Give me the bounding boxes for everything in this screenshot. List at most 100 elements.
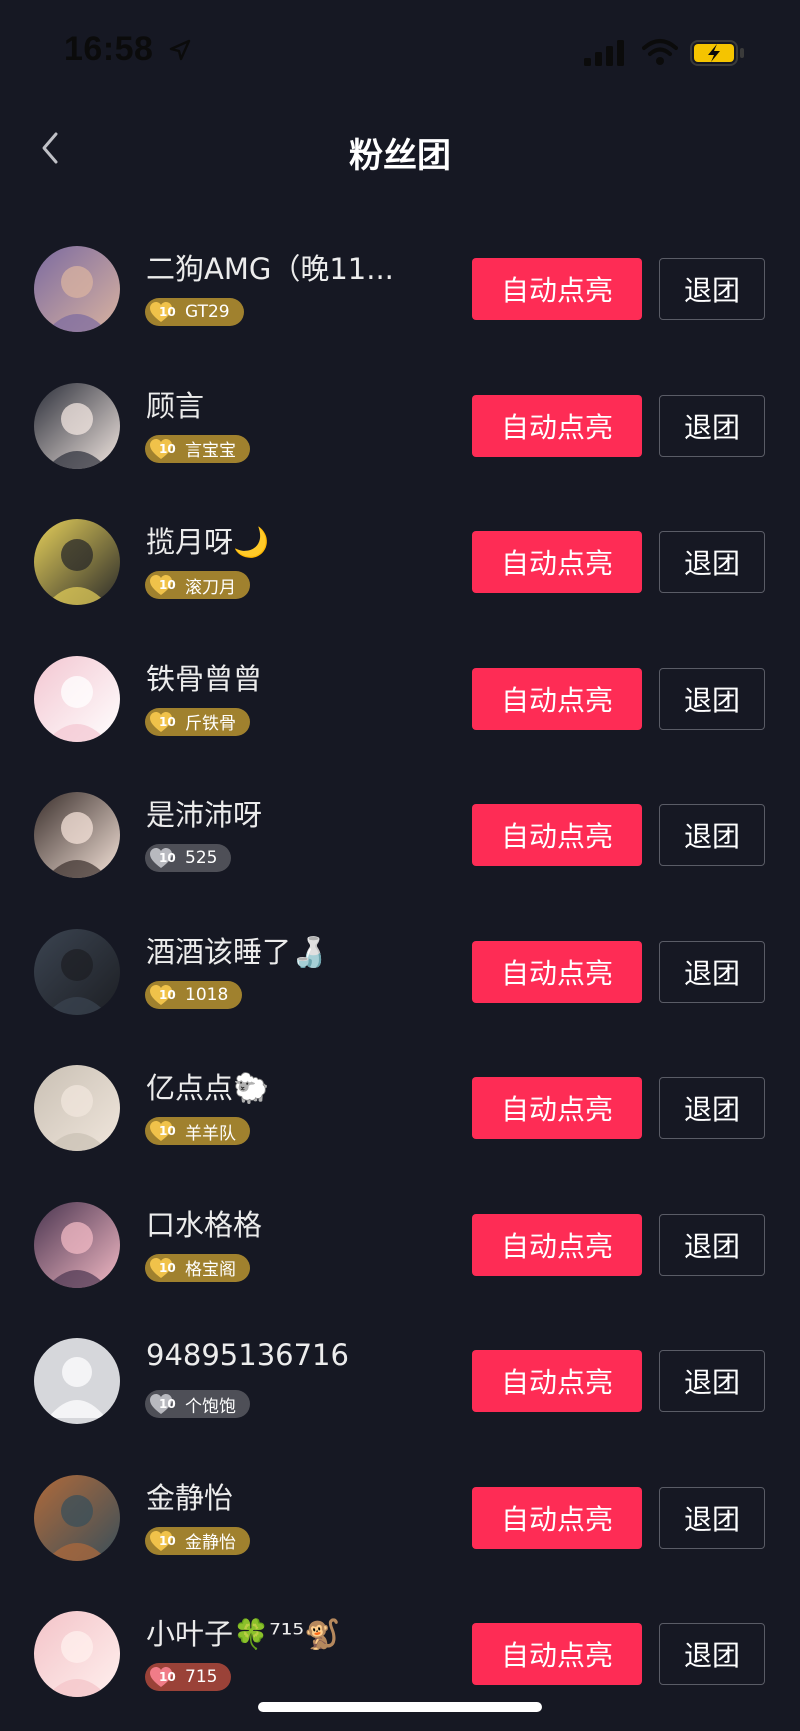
heart-level-icon: 10 [149, 984, 176, 1006]
fan-list-item[interactable]: 揽月呀🌙 10 滚刀月 自动点亮 退团 [0, 495, 800, 632]
badge-text: 1018 [185, 984, 229, 1005]
badge-text: 言宝宝 [185, 441, 236, 461]
badge-text: GT29 [185, 302, 230, 322]
fan-name: 94895136716 [146, 1338, 349, 1372]
fan-name: 顾言 [146, 388, 205, 423]
badge-level: 10 [159, 1260, 176, 1275]
user-avatar[interactable] [34, 1611, 120, 1697]
leave-club-button[interactable]: 退团 [659, 667, 765, 730]
badge-level: 10 [159, 851, 176, 865]
badge-level: 10 [159, 1124, 176, 1138]
badge-level: 10 [159, 714, 176, 729]
auto-light-button[interactable]: 自动点亮 [472, 1213, 642, 1276]
user-avatar[interactable] [34, 1201, 120, 1288]
badge-level: 10 [159, 1533, 176, 1548]
battery-charging-icon [690, 40, 746, 70]
user-avatar[interactable] [34, 519, 120, 605]
leave-club-button[interactable]: 退团 [659, 1077, 765, 1139]
user-avatar[interactable] [34, 246, 120, 332]
location-arrow-icon [168, 38, 192, 66]
badge-level: 10 [159, 1670, 176, 1684]
badge-level: 10 [159, 1397, 176, 1411]
user-avatar[interactable] [34, 928, 120, 1015]
heart-level-icon: 10 [149, 847, 176, 869]
heart-level-icon: 10 [149, 1393, 176, 1415]
fan-club-list: 二狗AMG（晚11... 10 GT29 自动点亮 退团 顾言 10 言宝宝 自动点亮 退团 揽月呀… [0, 222, 800, 1724]
badge-level: 10 [159, 305, 176, 319]
badge-text: 斤铁骨 [185, 714, 236, 734]
badge-level: 10 [159, 987, 176, 1002]
fan-name: 金静怡 [146, 1480, 234, 1515]
fan-name: 是沛沛呀 [146, 798, 263, 832]
fan-club-badge: 10 言宝宝 [145, 434, 250, 463]
default-avatar[interactable] [34, 1338, 120, 1424]
home-indicator[interactable] [258, 1702, 542, 1712]
fan-club-badge: 10 GT29 [145, 298, 244, 326]
badge-text: 715 [185, 1667, 218, 1687]
user-avatar[interactable] [34, 655, 120, 742]
fan-club-badge: 10 715 [145, 1663, 232, 1691]
leave-club-button[interactable]: 退团 [659, 804, 765, 866]
fan-list-item[interactable]: 94895136716 10 个饱饱 自动点亮 退团 [0, 1314, 800, 1451]
auto-light-button[interactable]: 自动点亮 [472, 940, 642, 1003]
wifi-icon [642, 38, 678, 70]
auto-light-button[interactable]: 自动点亮 [472, 1077, 642, 1139]
fan-list-item[interactable]: 铁骨曾曾 10 斤铁骨 自动点亮 退团 [0, 632, 800, 769]
navigation-bar: 粉丝团 [0, 110, 800, 190]
heart-level-icon: 10 [149, 438, 176, 460]
leave-club-button[interactable]: 退团 [659, 1486, 765, 1549]
fan-club-badge: 10 滚刀月 [145, 571, 250, 599]
heart-level-icon: 10 [149, 1666, 176, 1688]
fan-list-item[interactable]: 金静怡 10 金静怡 自动点亮 退团 [0, 1451, 800, 1588]
fan-list-item[interactable]: 顾言 10 言宝宝 自动点亮 退团 [0, 359, 800, 496]
badge-text: 格宝阁 [185, 1260, 236, 1280]
heart-level-icon: 10 [149, 1530, 176, 1552]
user-avatar[interactable] [34, 382, 120, 469]
auto-light-button[interactable]: 自动点亮 [472, 1350, 642, 1412]
leave-club-button[interactable]: 退团 [659, 1350, 765, 1412]
badge-text: 金静怡 [185, 1533, 236, 1553]
fan-list-item[interactable]: 亿点点🐑 10 羊羊队 自动点亮 退团 [0, 1041, 800, 1178]
auto-light-button[interactable]: 自动点亮 [472, 1623, 642, 1685]
auto-light-button[interactable]: 自动点亮 [472, 667, 642, 730]
heart-level-icon: 10 [149, 1120, 176, 1142]
user-avatar[interactable] [34, 1474, 120, 1561]
fan-list-item[interactable]: 是沛沛呀 10 525 自动点亮 退团 [0, 768, 800, 905]
user-avatar[interactable] [34, 1065, 120, 1151]
fan-club-badge: 10 个饱饱 [145, 1390, 250, 1418]
auto-light-button[interactable]: 自动点亮 [472, 804, 642, 866]
fan-name: 口水格格 [146, 1207, 263, 1242]
auto-light-button[interactable]: 自动点亮 [472, 258, 642, 320]
badge-level: 10 [159, 441, 176, 456]
heart-level-icon: 10 [149, 711, 176, 733]
leave-club-button[interactable]: 退团 [659, 531, 765, 593]
fan-list-item[interactable]: 酒酒该睡了🍶 10 1018 自动点亮 退团 [0, 905, 800, 1042]
heart-level-icon: 10 [149, 1257, 176, 1279]
leave-club-button[interactable]: 退团 [659, 258, 765, 320]
heart-level-icon: 10 [149, 301, 176, 323]
leave-club-button[interactable]: 退团 [659, 394, 765, 457]
fan-club-badge: 10 羊羊队 [145, 1117, 250, 1145]
badge-text: 个饱饱 [185, 1396, 236, 1417]
status-time: 16:58 [64, 30, 154, 68]
fan-name: 揽月呀🌙 [146, 525, 270, 559]
leave-club-button[interactable]: 退团 [659, 1213, 765, 1276]
fan-name: 亿点点🐑 [146, 1071, 270, 1105]
fan-name: 铁骨曾曾 [146, 661, 263, 696]
fan-name: 酒酒该睡了🍶 [146, 934, 328, 969]
fan-name: 二狗AMG（晚11... [146, 252, 394, 286]
auto-light-button[interactable]: 自动点亮 [472, 531, 642, 593]
fan-list-item[interactable]: 二狗AMG（晚11... 10 GT29 自动点亮 退团 [0, 222, 800, 359]
fan-list-item[interactable]: 口水格格 10 格宝阁 自动点亮 退团 [0, 1178, 800, 1315]
auto-light-button[interactable]: 自动点亮 [472, 1486, 642, 1549]
fan-club-badge: 10 金静怡 [145, 1526, 250, 1555]
cellular-signal-icon [584, 40, 626, 70]
leave-club-button[interactable]: 退团 [659, 940, 765, 1003]
badge-level: 10 [159, 578, 176, 592]
auto-light-button[interactable]: 自动点亮 [472, 394, 642, 457]
fan-club-badge: 10 525 [145, 844, 232, 872]
page-title: 粉丝团 [349, 136, 451, 176]
leave-club-button[interactable]: 退团 [659, 1623, 765, 1685]
badge-text: 滚刀月 [185, 577, 236, 598]
user-avatar[interactable] [34, 792, 120, 878]
